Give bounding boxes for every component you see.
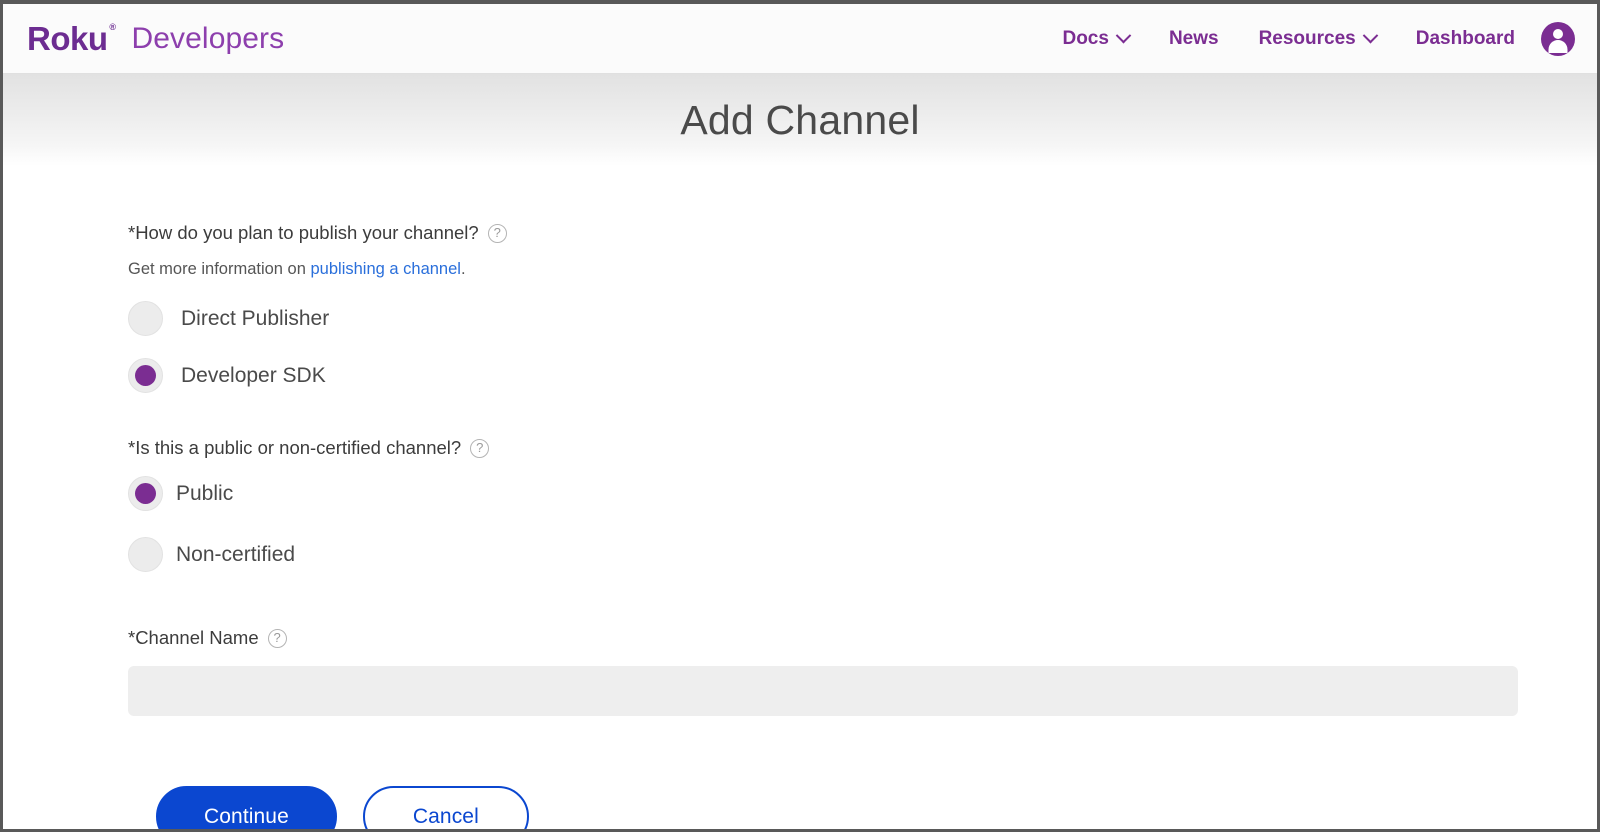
cancel-button[interactable]: Cancel: [362, 785, 529, 829]
certification-question-block: *Is this a public or non-certified chann…: [128, 437, 1597, 573]
radio-label-direct-publisher: Direct Publisher: [181, 306, 330, 330]
publishing-a-channel-link[interactable]: publishing a channel: [311, 260, 461, 278]
radio-button-developer-sdk[interactable]: [128, 358, 163, 394]
nav-item-docs[interactable]: Docs: [1042, 28, 1148, 50]
publish-help-prefix: Get more information on: [128, 260, 311, 279]
radio-label-public: Public: [176, 481, 234, 505]
radio-button-public[interactable]: [128, 476, 163, 512]
chevron-down-icon: [1362, 27, 1379, 44]
nav-label-docs: Docs: [1062, 27, 1109, 49]
roku-wordmark: Roku ®: [27, 22, 116, 55]
radio-button-direct-publisher[interactable]: [128, 301, 163, 337]
publish-question-label: *How do you plan to publish your channel…: [128, 222, 479, 243]
channel-name-label-row: *Channel Name ?: [128, 627, 1597, 649]
registered-trademark-icon: ®: [109, 22, 116, 32]
help-icon[interactable]: ?: [470, 438, 490, 458]
help-icon[interactable]: ?: [487, 223, 507, 243]
publish-help-suffix: .: [460, 260, 466, 279]
page-title: Add Channel: [680, 96, 920, 143]
certification-question-label-row: *Is this a public or non-certified chann…: [128, 437, 1597, 459]
form-actions: Continue Cancel: [128, 785, 1597, 829]
publish-help-text: Get more information on publishing a cha…: [128, 260, 1597, 279]
publish-question-label-row: *How do you plan to publish your channel…: [128, 222, 1597, 244]
certification-question-label: *Is this a public or non-certified chann…: [128, 437, 462, 459]
radio-label-developer-sdk: Developer SDK: [181, 363, 326, 387]
main-nav: Docs News Resources Dashboard: [1042, 21, 1575, 56]
add-channel-form: *How do you plan to publish your channel…: [3, 166, 1597, 829]
developers-wordmark: Developers: [131, 21, 285, 55]
radio-option-developer-sdk[interactable]: Developer SDK: [128, 358, 326, 394]
nav-item-dashboard[interactable]: Dashboard: [1396, 28, 1541, 50]
nav-label-resources: Resources: [1258, 27, 1356, 49]
channel-name-label: *Channel Name: [128, 627, 259, 649]
channel-name-input[interactable]: [128, 665, 1518, 716]
account-circle-icon[interactable]: [1541, 21, 1575, 56]
site-header: Roku ® Developers Docs News Resources Das…: [3, 4, 1597, 74]
chevron-down-icon: [1115, 27, 1132, 44]
page-title-band: Add Channel: [3, 74, 1597, 166]
radio-option-direct-publisher[interactable]: Direct Publisher: [128, 301, 330, 337]
page-root: Roku ® Developers Docs News Resources Das…: [0, 0, 1600, 832]
publish-question-block: *How do you plan to publish your channel…: [128, 222, 1597, 394]
brand-logo-link[interactable]: Roku ® Developers: [27, 22, 284, 55]
radio-label-non-certified: Non-certified: [176, 542, 296, 566]
nav-label-news: News: [1168, 27, 1219, 49]
radio-option-public[interactable]: Public: [128, 476, 234, 512]
nav-label-dashboard: Dashboard: [1415, 27, 1515, 49]
nav-item-resources[interactable]: Resources: [1239, 28, 1396, 50]
channel-name-block: *Channel Name ?: [128, 627, 1597, 716]
continue-button[interactable]: Continue: [156, 785, 337, 829]
help-icon[interactable]: ?: [267, 628, 287, 648]
roku-logo-text: Roku: [27, 20, 108, 57]
radio-option-non-certified[interactable]: Non-certified: [128, 537, 296, 573]
radio-button-non-certified[interactable]: [128, 537, 163, 573]
nav-item-news[interactable]: News: [1149, 28, 1239, 50]
